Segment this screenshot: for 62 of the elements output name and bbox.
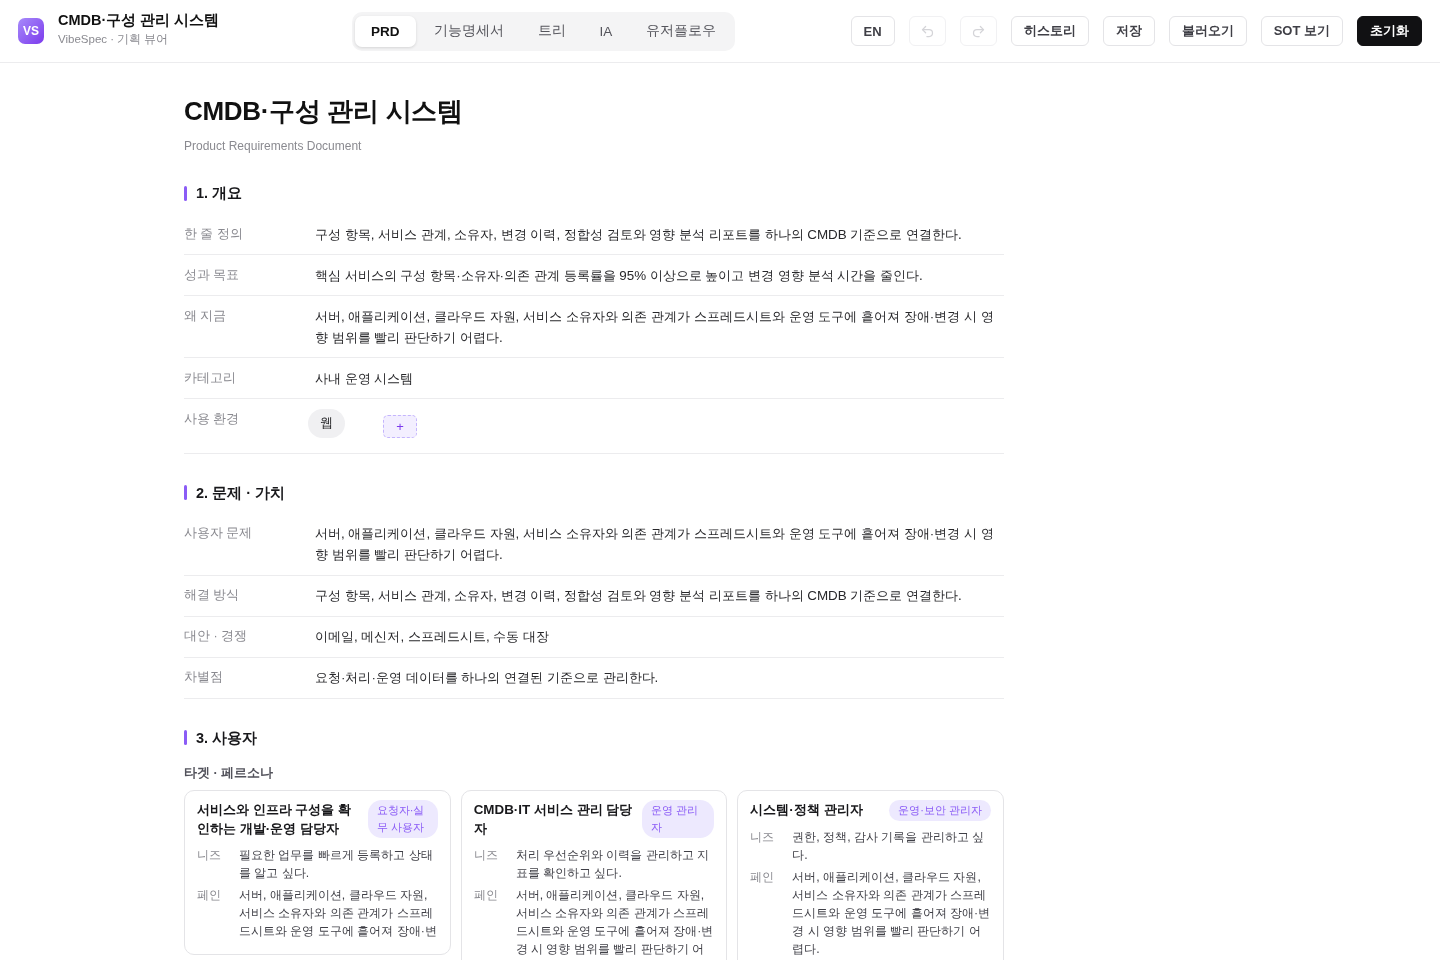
needs-text: 필요한 업무를 빠르게 등록하고 상태를 알고 싶다. (239, 846, 434, 882)
toolbar-button[interactable]: 불러오기 (1168, 16, 1247, 46)
section-heading: 2. 문제 · 가치 (196, 483, 285, 503)
needs-label: 니즈 (197, 846, 222, 864)
toolbar-button[interactable]: 저장 (1102, 16, 1155, 46)
field-value: 핵심 서비스의 구성 항목·소유자·의존 관계 등록률을 95% 이상으로 높이고 변경 영향 분석 시간을 줄인다. (315, 266, 924, 285)
tab[interactable]: IA (583, 15, 629, 47)
field-label: 성과 목표 (184, 266, 241, 284)
pain-text: 서버, 애플리케이션, 클라우드 자원, 서비스 소유자와 의존 관계가 스프레드시트와 운영 도구에 흩어져 장애·변경 시 영향 범위를 빨리 판단하기 어렵다. (792, 868, 991, 958)
toolbar-button[interactable]: SOT 보기 (1260, 16, 1343, 46)
field-label: 사용 환경 (184, 410, 241, 428)
primary-button[interactable]: 초기화 (1357, 16, 1422, 46)
toolbar-button[interactable]: EN (850, 16, 895, 46)
pain-label: 페인 (750, 868, 776, 886)
role-badge: 운영·보안 관리자 (889, 799, 991, 821)
section-marker-icon (184, 185, 187, 201)
section-heading: 3. 사용자 (196, 728, 258, 748)
section-marker-icon (184, 485, 187, 500)
needs-text: 처리 우선순위와 이력을 관리하고 지표를 확인하고 싶다. (515, 846, 711, 882)
subsection-heading: 타겟 · 페르소나 (184, 764, 275, 781)
pain-label: 페인 (197, 886, 222, 904)
needs-text: 권한, 정책, 감사 기록을 관리하고 싶다. (792, 828, 986, 864)
field-label: 한 줄 정의 (184, 225, 244, 243)
undo-icon (919, 23, 935, 39)
app-logo: VS (18, 18, 44, 44)
tab[interactable]: PRD (355, 15, 416, 47)
tab[interactable]: 트리 (521, 15, 582, 47)
field-value: 이메일, 메신저, 스프레드시트, 수동 대장 (315, 628, 551, 646)
persona-name: 시스템·정책 관리자 (750, 800, 864, 819)
tab[interactable]: 기능명세서 (417, 15, 520, 47)
needs-label: 니즈 (473, 846, 499, 864)
role-badge: 요청자·실무 사용자 (367, 799, 438, 838)
role-badge: 운영 관리자 (642, 799, 715, 838)
field-label: 카테고리 (184, 369, 237, 387)
persona-name: CMDB·IT 서비스 관리 담당자 (473, 800, 634, 838)
field-value: 사내 운영 시스템 (315, 369, 415, 388)
section-marker-icon (184, 730, 187, 745)
field-value: 서버, 애플리케이션, 클라우드 자원, 서비스 소유자와 의존 관계가 스프레드시트와 운영 도구에 흩어져 장애·변경 시 영향 범위를 빨리 판단하기 어렵다. (315, 525, 995, 564)
field-value: 구성 항목, 서비스 관계, 소유자, 변경 이력, 정합성 검토와 영향 분석 리포트를 하나의 CMDB 기준으로 연결한다. (315, 225, 963, 244)
field-label: 대안 · 경쟁 (184, 628, 249, 645)
field-value: 요청·처리·운영 데이터를 하나의 연결된 기준으로 관리한다. (315, 669, 660, 687)
pain-label: 페인 (473, 886, 499, 904)
pain-text: 서버, 애플리케이션, 클라우드 자원, 서비스 소유자와 의존 관계가 스프레드시트와 운영 도구에 흩어져 장애·변경 시 영향 범위를 빨리 판단하기 어 (515, 886, 715, 958)
pain-text: 서버, 애플리케이션, 클라우드 자원, 서비스 소유자와 의존 관계가 스프레드시트와 운영 도구에 흩어져 장애·변 (239, 886, 438, 940)
tag-chip: 웹 (308, 408, 345, 438)
field-value: 서버, 애플리케이션, 클라우드 자원, 서비스 소유자와 의존 관계가 스프레드시트와 운영 도구에 흩어져 장애·변경 시 영향 범위를 빨리 판단하기 어렵다. (315, 307, 995, 347)
tab[interactable]: 유저플로우 (630, 15, 733, 47)
section-heading: 1. 개요 (196, 184, 243, 203)
document-title: CMDB·구성 관리 시스템 (184, 95, 464, 128)
persona-name: 서비스와 인프라 구성을 확인하는 개발·운영 담당자 (197, 800, 353, 838)
document-subtitle: Product Requirements Document (184, 138, 363, 154)
field-label: 차별점 (184, 669, 224, 686)
field-label: 해결 방식 (184, 587, 241, 604)
app-subtitle: VibeSpec · 기획 뷰어 (58, 32, 170, 47)
add-button[interactable]: + (383, 414, 417, 438)
needs-label: 니즈 (750, 828, 776, 846)
field-label: 사용자 문제 (184, 525, 254, 542)
redo-icon (970, 23, 986, 39)
toolbar-button[interactable]: 히스토리 (1010, 16, 1089, 46)
field-label: 왜 지금 (184, 307, 228, 325)
field-value: 구성 항목, 서비스 관계, 소유자, 변경 이력, 정합성 검토와 영향 분석 리포트를 하나의 CMDB 기준으로 연결한다. (315, 587, 963, 605)
app-title: CMDB·구성 관리 시스템 (58, 11, 220, 30)
